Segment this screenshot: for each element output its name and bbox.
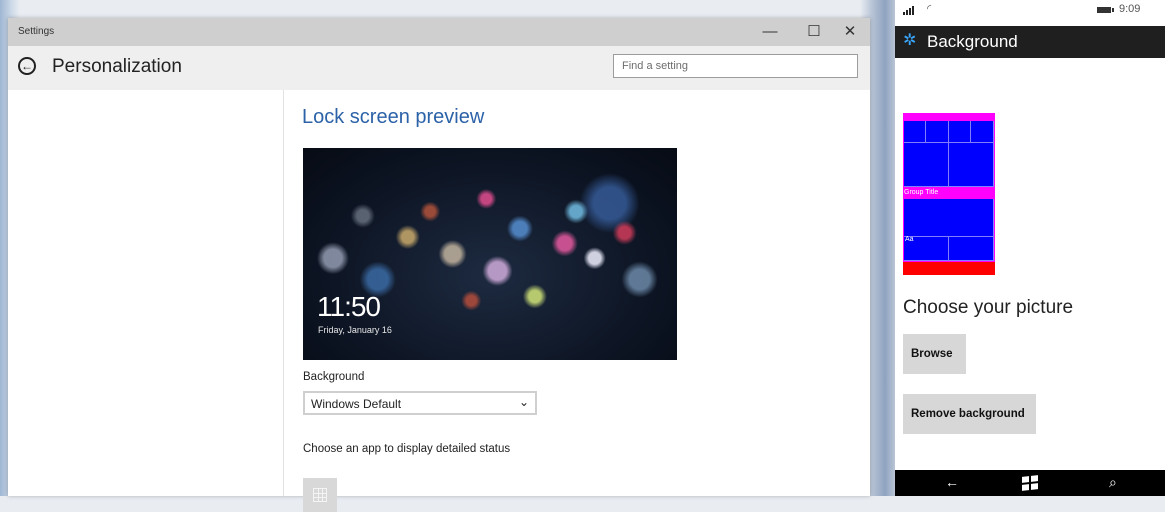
status-app-button[interactable] [303, 478, 337, 512]
phone-page-title: Background [927, 32, 1018, 51]
phone-nav-bar: ← ⌕ [895, 470, 1165, 496]
title-bar: Settings — ☐ ✕ [8, 18, 870, 46]
close-button[interactable]: ✕ [828, 18, 872, 46]
phone-app-bar: ✲ Background [895, 26, 1165, 58]
back-arrow-icon[interactable]: ← [18, 57, 36, 75]
windows-start-icon[interactable] [1022, 475, 1038, 491]
background-dropdown[interactable]: Windows Default ⌄ [303, 391, 537, 415]
preview-tile [904, 199, 994, 237]
battery-icon [1097, 7, 1114, 13]
gear-icon: ✲ [903, 32, 917, 49]
settings-window: Settings — ☐ ✕ ← Personalization Find a … [8, 18, 870, 512]
preview-tile [904, 143, 949, 187]
preview-clock-time: 11:50 [317, 291, 381, 322]
back-icon[interactable]: ← [945, 474, 959, 490]
status-app-label: Choose an app to display detailed status [303, 443, 511, 455]
background-dropdown-value: Windows Default [311, 397, 402, 411]
preview-app-bar [903, 262, 995, 275]
preview-aa-label: Aa [905, 236, 914, 243]
section-title: Lock screen preview [302, 106, 485, 128]
preview-tile [949, 143, 994, 187]
wifi-icon: ◜ [927, 3, 932, 15]
preview-group-title: Group Title [904, 189, 939, 196]
main-content: Lock screen preview 11:50 Friday, Januar… [302, 90, 870, 512]
choose-picture-heading: Choose your picture [903, 297, 1074, 318]
background-label: Background [303, 371, 365, 383]
window-title: Settings [18, 26, 55, 37]
browse-button[interactable]: Browse [903, 334, 966, 374]
preview-clock-date: Friday, January 16 [318, 325, 392, 335]
lock-screen-preview-image: 11:50 Friday, January 16 [303, 148, 677, 360]
phone-status-bar: ◜ 9:09 [895, 0, 1165, 22]
chevron-down-icon: ⌄ [518, 395, 529, 409]
navigation-pane [8, 90, 284, 496]
remove-background-button[interactable]: Remove background [903, 394, 1036, 434]
start-screen-tile-preview: Group Title Aa [903, 113, 995, 275]
page-title: Personalization [52, 56, 182, 77]
phone-screen: ◜ 9:09 ✲ Background Group Title Aa Choos… [895, 0, 1165, 496]
preview-tile [971, 121, 994, 143]
search-input[interactable]: Find a setting [613, 54, 858, 78]
page-header: ← Personalization Find a setting [8, 46, 870, 90]
preview-tile [949, 237, 994, 261]
preview-tile [904, 121, 926, 143]
preview-tile [926, 121, 949, 143]
preview-tile [949, 121, 971, 143]
calendar-icon [313, 488, 327, 502]
search-icon[interactable]: ⌕ [1109, 474, 1117, 491]
signal-icon [903, 5, 914, 15]
minimize-button[interactable]: — [748, 18, 792, 46]
status-time: 9:09 [1119, 3, 1141, 15]
